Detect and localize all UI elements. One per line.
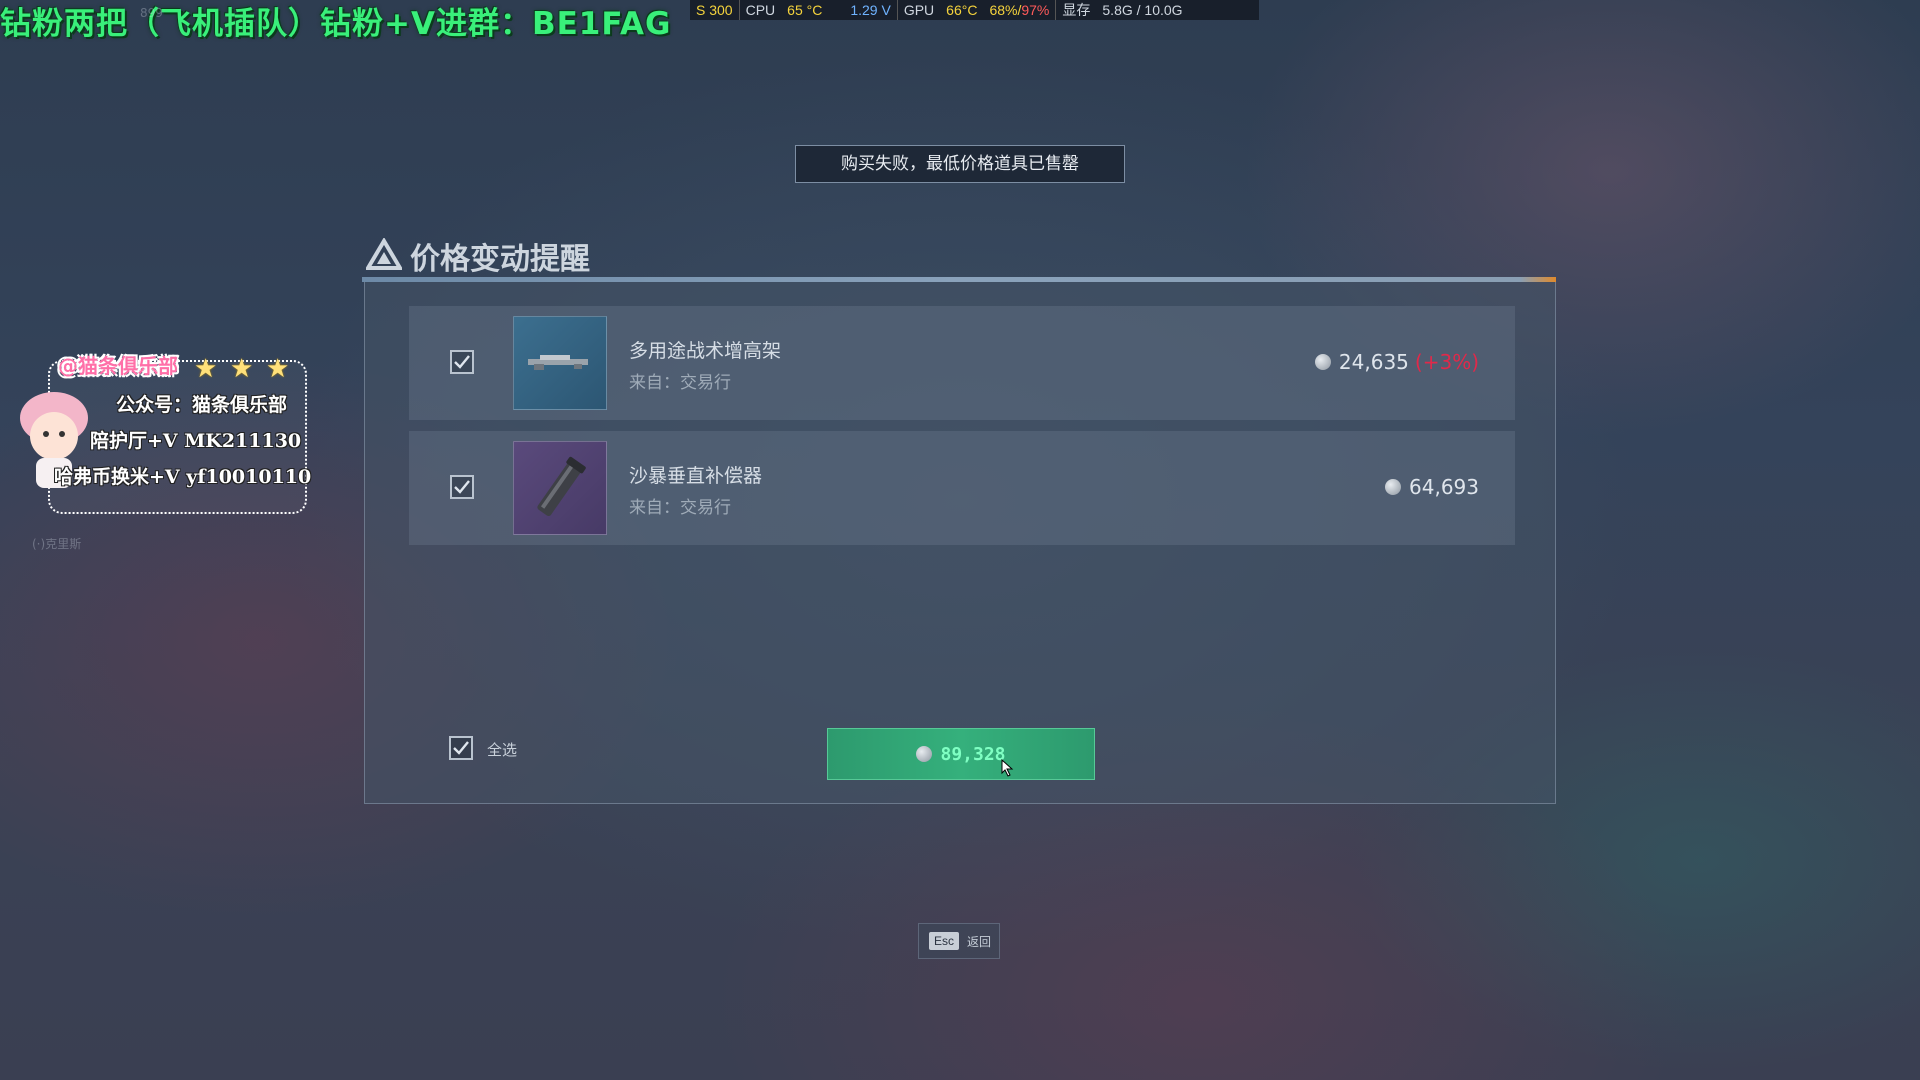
- price-change-panel: 多用途战术增高架 来自：交易行 24,635 (+3%) 沙暴垂直补偿器 来自：…: [364, 282, 1556, 804]
- gpu-usage-value: 68%: [989, 2, 1018, 18]
- item-price: 64,693: [1385, 475, 1479, 499]
- star-icon: ★: [194, 354, 218, 384]
- sticker-line-2: 陪护厅+V MK211130: [90, 430, 302, 452]
- purchase-failed-toast: 购买失败，最低价格道具已售罄: [795, 145, 1125, 183]
- sticker-title: @猫条俱乐部: [58, 354, 178, 378]
- esc-key-badge: Esc: [929, 932, 960, 950]
- stream-banner: 钻粉两把（飞机插队）钻粉+V进群：BE1FAG: [0, 6, 672, 42]
- star-icon: ★: [266, 354, 290, 384]
- item-price: 24,635 (+3%): [1314, 350, 1479, 374]
- gpu-label: GPU: [896, 0, 940, 20]
- hardware-monitor-bar: S 300 CPU 65 °C 1.29 V GPU 66°C 68%/97% …: [690, 0, 1259, 20]
- item-name: 多用途战术增高架: [629, 340, 782, 362]
- item-source: 来自：交易行: [629, 373, 731, 393]
- warning-triangle-icon: [366, 238, 402, 270]
- faint-overlay-number: 899: [140, 6, 163, 20]
- star-icon: ★: [230, 354, 254, 384]
- item-price-value: 24,635: [1338, 350, 1409, 374]
- back-button[interactable]: Esc 返回: [918, 923, 1000, 959]
- coin-icon: [1314, 354, 1331, 370]
- price-change-header: 价格变动提醒: [362, 230, 1556, 282]
- item-source: 来自：交易行: [629, 498, 731, 518]
- checkmark-icon: [453, 741, 469, 755]
- gpu-temp: 66°C: [946, 2, 978, 18]
- sticker-line-1: 公众号：猫条俱乐部: [116, 394, 288, 416]
- buy-total: 89,328: [940, 743, 1006, 765]
- cpu-temp: 65 °C: [787, 2, 823, 18]
- cpu-label: CPU: [738, 0, 782, 20]
- item-thumbnail: [513, 441, 607, 535]
- faint-side-text: (·)克里斯: [32, 537, 82, 551]
- fps-value: 300: [709, 2, 733, 18]
- gpu-usage: 68%/97%: [989, 2, 1050, 18]
- vram-label: 显存: [1055, 0, 1096, 20]
- back-label: 返回: [967, 934, 992, 949]
- price-change-badge: (+3%): [1414, 350, 1479, 374]
- coin-icon: [916, 746, 933, 762]
- compensator-icon: [537, 456, 586, 516]
- item-thumbnail: [513, 316, 607, 410]
- panel-title: 价格变动提醒: [410, 242, 590, 277]
- coin-icon: [1385, 479, 1402, 495]
- select-all-checkbox[interactable]: [449, 736, 473, 760]
- mouse-cursor-icon: [1001, 759, 1014, 777]
- select-all-label[interactable]: 全选: [487, 739, 517, 760]
- item-checkbox[interactable]: [450, 475, 474, 499]
- checkmark-icon: [454, 480, 470, 494]
- buy-button[interactable]: 89,328: [827, 728, 1095, 780]
- fps-readout: S 300: [690, 0, 739, 20]
- list-item[interactable]: 沙暴垂直补偿器 来自：交易行 64,693: [409, 431, 1515, 545]
- gpu-usage-value-2: 97%: [1021, 2, 1050, 18]
- item-price-value: 64,693: [1409, 475, 1479, 499]
- vram-value: 5.8G / 10.0G: [1102, 2, 1183, 18]
- cpu-voltage: 1.29 V: [850, 2, 891, 18]
- list-item[interactable]: 多用途战术增高架 来自：交易行 24,635 (+3%): [409, 306, 1515, 420]
- checkmark-icon: [454, 355, 470, 369]
- sticker-line-3: 哈弗币换米+V yf10010110: [54, 466, 312, 488]
- faint-side-label: 克里斯: [45, 537, 82, 551]
- item-checkbox[interactable]: [450, 350, 474, 374]
- item-name: 沙暴垂直补偿器: [629, 465, 763, 487]
- streamer-sticker-overlay: @猫条俱乐部 ★ ★ ★ 公众号：猫条俱乐部 陪护厅+V MK211130 哈弗…: [10, 350, 311, 514]
- rifle-riser-icon: [528, 355, 588, 370]
- fps-label: S: [696, 2, 706, 18]
